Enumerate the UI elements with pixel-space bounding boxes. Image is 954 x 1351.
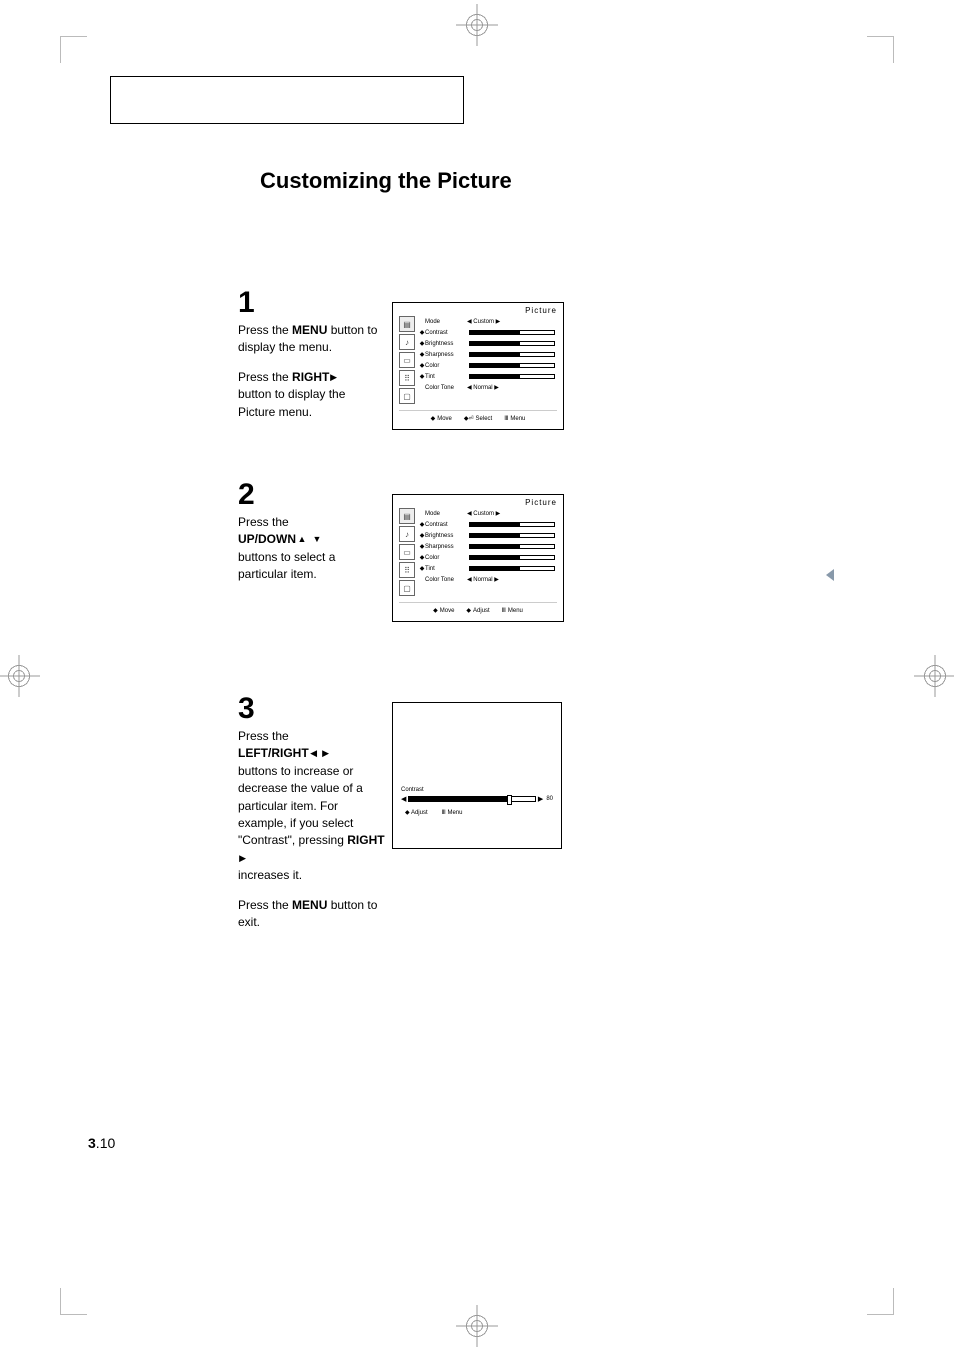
osd-title: Picture xyxy=(393,303,563,316)
page-number: 3.10 xyxy=(88,1135,115,1151)
osd-title: Picture xyxy=(393,495,563,508)
osd-screenshot-2: Picture ▤♪▭⠿▢ Mode◀ Custom ▶ ◆Contrast ◆… xyxy=(392,494,564,622)
osd-tab-icons: ▤♪▭⠿▢ xyxy=(399,508,415,596)
left-triangle-icon: ◀ xyxy=(310,748,317,761)
right-triangle-icon: ▶ xyxy=(239,852,246,865)
registration-mark-icon xyxy=(920,661,950,691)
right-triangle-icon: ▶ xyxy=(538,795,543,803)
registration-mark-icon xyxy=(4,661,34,691)
slider-track xyxy=(408,796,536,802)
osd-screenshot-3: Contrast ◀ ▶ 80 ◆ Adjust Ⅲ Menu xyxy=(392,702,562,849)
slider-value: 80 xyxy=(546,796,553,802)
header-box xyxy=(110,76,464,124)
registration-mark-icon xyxy=(462,10,492,40)
channel-tab-icon: ▭ xyxy=(399,352,415,368)
page-title: Customizing the Picture xyxy=(260,168,512,194)
picture-tab-icon: ▤ xyxy=(399,316,415,332)
slider-knob xyxy=(507,795,512,805)
registration-mark-icon xyxy=(462,1311,492,1341)
osd-tab-icons: ▤ ♪ ▭ ⠿ ▢ xyxy=(399,316,415,404)
step-text: Press the UP/DOWN▲ ▼ buttons to select a… xyxy=(238,514,378,584)
sound-tab-icon: ♪ xyxy=(399,334,415,350)
setup-tab-icon: ⠿ xyxy=(399,370,415,386)
back-indicator-icon xyxy=(832,554,872,584)
step-text: Press the MENU button to display the men… xyxy=(238,322,378,421)
osd-screenshot-1: Picture ▤ ♪ ▭ ⠿ ▢ Mode◀ Custom ▶ ◆Contra… xyxy=(392,302,564,430)
slider-label: Contrast xyxy=(401,787,561,793)
right-triangle-icon: ▶ xyxy=(322,748,329,761)
step-text: Press the LEFT/RIGHT◀ ▶ buttons to incre… xyxy=(238,728,386,931)
right-triangle-icon: ▶ xyxy=(331,371,338,384)
left-triangle-icon: ◀ xyxy=(401,795,406,803)
down-triangle-icon: ▼ xyxy=(313,534,322,547)
pc-tab-icon: ▢ xyxy=(399,388,415,404)
up-triangle-icon: ▲ xyxy=(297,534,306,547)
